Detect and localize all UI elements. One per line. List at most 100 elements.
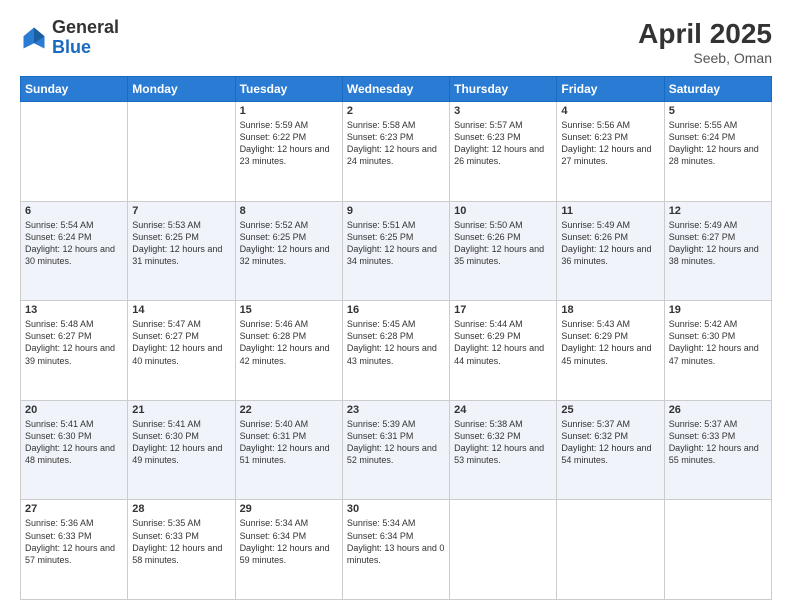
day-number: 8 xyxy=(240,205,338,217)
logo-general-text: General xyxy=(52,17,119,37)
day-number: 26 xyxy=(669,404,767,416)
location: Seeb, Oman xyxy=(638,50,772,66)
cell-info: Sunrise: 5:58 AM Sunset: 6:23 PM Dayligh… xyxy=(347,119,445,168)
calendar-cell: 19 Sunrise: 5:42 AM Sunset: 6:30 PM Dayli… xyxy=(664,301,771,401)
logo: General Blue xyxy=(20,18,119,58)
day-number: 1 xyxy=(240,105,338,117)
day-number: 6 xyxy=(25,205,123,217)
calendar-cell xyxy=(128,102,235,202)
calendar-cell: 29 Sunrise: 5:34 AM Sunset: 6:34 PM Dayli… xyxy=(235,500,342,600)
calendar-header-row: SundayMondayTuesdayWednesdayThursdayFrid… xyxy=(21,77,772,102)
day-number: 24 xyxy=(454,404,552,416)
cell-info: Sunrise: 5:34 AM Sunset: 6:34 PM Dayligh… xyxy=(240,517,338,566)
cell-info: Sunrise: 5:40 AM Sunset: 6:31 PM Dayligh… xyxy=(240,418,338,467)
calendar-cell: 16Sunrise: 5:45 AM Sunset: 6:28 PM Dayli… xyxy=(342,301,449,401)
day-number: 13 xyxy=(25,304,123,316)
day-number: 21 xyxy=(132,404,230,416)
cell-info: Sunrise: 5:48 AM Sunset: 6:27 PM Dayligh… xyxy=(25,318,123,367)
day-number: 22 xyxy=(240,404,338,416)
cell-info: Sunrise: 5:57 AM Sunset: 6:23 PM Dayligh… xyxy=(454,119,552,168)
calendar-cell: 27Sunrise: 5:36 AM Sunset: 6:33 PM Dayli… xyxy=(21,500,128,600)
cell-info: Sunrise: 5:46 AM Sunset: 6:28 PM Dayligh… xyxy=(240,318,338,367)
day-number: 30 xyxy=(347,503,445,515)
day-header-friday: Friday xyxy=(557,77,664,102)
calendar-cell: 28 Sunrise: 5:35 AM Sunset: 6:33 PM Dayli… xyxy=(128,500,235,600)
calendar-cell: 6Sunrise: 5:54 AM Sunset: 6:24 PM Daylig… xyxy=(21,201,128,301)
cell-info: Sunrise: 5:43 AM Sunset: 6:29 PM Dayligh… xyxy=(561,318,659,367)
day-number: 19 xyxy=(669,304,767,316)
calendar-cell: 17 Sunrise: 5:44 AM Sunset: 6:29 PM Dayli… xyxy=(450,301,557,401)
logo-text: General Blue xyxy=(52,18,119,58)
cell-info: Sunrise: 5:50 AM Sunset: 6:26 PM Dayligh… xyxy=(454,219,552,268)
cell-info: Sunrise: 5:41 AM Sunset: 6:30 PM Dayligh… xyxy=(132,418,230,467)
calendar-table: SundayMondayTuesdayWednesdayThursdayFrid… xyxy=(20,76,772,600)
day-number: 4 xyxy=(561,105,659,117)
day-header-wednesday: Wednesday xyxy=(342,77,449,102)
calendar-cell: 18 Sunrise: 5:43 AM Sunset: 6:29 PM Dayli… xyxy=(557,301,664,401)
week-row-0: 1 Sunrise: 5:59 AM Sunset: 6:22 PM Daylig… xyxy=(21,102,772,202)
calendar-cell: 9Sunrise: 5:51 AM Sunset: 6:25 PM Daylig… xyxy=(342,201,449,301)
calendar-cell: 13 Sunrise: 5:48 AM Sunset: 6:27 PM Dayli… xyxy=(21,301,128,401)
calendar-cell: 3 Sunrise: 5:57 AM Sunset: 6:23 PM Daylig… xyxy=(450,102,557,202)
day-header-monday: Monday xyxy=(128,77,235,102)
month-year: April 2025 xyxy=(638,18,772,50)
day-number: 3 xyxy=(454,105,552,117)
day-header-sunday: Sunday xyxy=(21,77,128,102)
day-number: 12 xyxy=(669,205,767,217)
logo-blue-text: Blue xyxy=(52,37,91,57)
day-header-thursday: Thursday xyxy=(450,77,557,102)
calendar-cell: 20 Sunrise: 5:41 AM Sunset: 6:30 PM Dayli… xyxy=(21,400,128,500)
day-number: 10 xyxy=(454,205,552,217)
cell-info: Sunrise: 5:36 AM Sunset: 6:33 PM Dayligh… xyxy=(25,517,123,566)
calendar-cell: 4 Sunrise: 5:56 AM Sunset: 6:23 PM Daylig… xyxy=(557,102,664,202)
cell-info: Sunrise: 5:49 AM Sunset: 6:26 PM Dayligh… xyxy=(561,219,659,268)
calendar-cell: 15 Sunrise: 5:46 AM Sunset: 6:28 PM Dayli… xyxy=(235,301,342,401)
calendar-cell: 30Sunrise: 5:34 AM Sunset: 6:34 PM Dayli… xyxy=(342,500,449,600)
day-number: 29 xyxy=(240,503,338,515)
calendar-cell: 14Sunrise: 5:47 AM Sunset: 6:27 PM Dayli… xyxy=(128,301,235,401)
day-number: 23 xyxy=(347,404,445,416)
week-row-4: 27Sunrise: 5:36 AM Sunset: 6:33 PM Dayli… xyxy=(21,500,772,600)
calendar-cell: 21 Sunrise: 5:41 AM Sunset: 6:30 PM Dayli… xyxy=(128,400,235,500)
cell-info: Sunrise: 5:44 AM Sunset: 6:29 PM Dayligh… xyxy=(454,318,552,367)
cell-info: Sunrise: 5:52 AM Sunset: 6:25 PM Dayligh… xyxy=(240,219,338,268)
cell-info: Sunrise: 5:56 AM Sunset: 6:23 PM Dayligh… xyxy=(561,119,659,168)
day-number: 17 xyxy=(454,304,552,316)
calendar-cell: 5Sunrise: 5:55 AM Sunset: 6:24 PM Daylig… xyxy=(664,102,771,202)
cell-info: Sunrise: 5:39 AM Sunset: 6:31 PM Dayligh… xyxy=(347,418,445,467)
week-row-2: 13 Sunrise: 5:48 AM Sunset: 6:27 PM Dayli… xyxy=(21,301,772,401)
header: General Blue April 2025 Seeb, Oman xyxy=(20,18,772,66)
day-number: 11 xyxy=(561,205,659,217)
cell-info: Sunrise: 5:37 AM Sunset: 6:32 PM Dayligh… xyxy=(561,418,659,467)
cell-info: Sunrise: 5:42 AM Sunset: 6:30 PM Dayligh… xyxy=(669,318,767,367)
cell-info: Sunrise: 5:53 AM Sunset: 6:25 PM Dayligh… xyxy=(132,219,230,268)
day-number: 28 xyxy=(132,503,230,515)
calendar-cell: 10 Sunrise: 5:50 AM Sunset: 6:26 PM Dayli… xyxy=(450,201,557,301)
cell-info: Sunrise: 5:47 AM Sunset: 6:27 PM Dayligh… xyxy=(132,318,230,367)
cell-info: Sunrise: 5:59 AM Sunset: 6:22 PM Dayligh… xyxy=(240,119,338,168)
title-block: April 2025 Seeb, Oman xyxy=(638,18,772,66)
day-number: 2 xyxy=(347,105,445,117)
calendar-cell xyxy=(557,500,664,600)
cell-info: Sunrise: 5:49 AM Sunset: 6:27 PM Dayligh… xyxy=(669,219,767,268)
calendar-cell: 2 Sunrise: 5:58 AM Sunset: 6:23 PM Daylig… xyxy=(342,102,449,202)
logo-icon xyxy=(20,24,48,52)
day-header-tuesday: Tuesday xyxy=(235,77,342,102)
day-number: 7 xyxy=(132,205,230,217)
calendar-cell: 12 Sunrise: 5:49 AM Sunset: 6:27 PM Dayli… xyxy=(664,201,771,301)
calendar-cell: 23 Sunrise: 5:39 AM Sunset: 6:31 PM Dayli… xyxy=(342,400,449,500)
day-number: 9 xyxy=(347,205,445,217)
day-number: 5 xyxy=(669,105,767,117)
day-number: 25 xyxy=(561,404,659,416)
day-number: 15 xyxy=(240,304,338,316)
cell-info: Sunrise: 5:41 AM Sunset: 6:30 PM Dayligh… xyxy=(25,418,123,467)
calendar-cell xyxy=(450,500,557,600)
calendar-cell: 25 Sunrise: 5:37 AM Sunset: 6:32 PM Dayli… xyxy=(557,400,664,500)
page: General Blue April 2025 Seeb, Oman Sunda… xyxy=(0,0,792,612)
day-number: 18 xyxy=(561,304,659,316)
cell-info: Sunrise: 5:35 AM Sunset: 6:33 PM Dayligh… xyxy=(132,517,230,566)
calendar-cell: 22 Sunrise: 5:40 AM Sunset: 6:31 PM Dayli… xyxy=(235,400,342,500)
calendar-cell: 26Sunrise: 5:37 AM Sunset: 6:33 PM Dayli… xyxy=(664,400,771,500)
day-header-saturday: Saturday xyxy=(664,77,771,102)
day-number: 20 xyxy=(25,404,123,416)
